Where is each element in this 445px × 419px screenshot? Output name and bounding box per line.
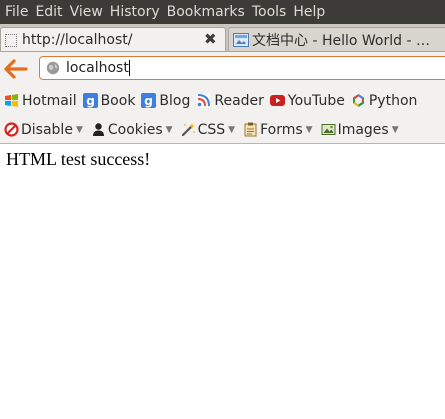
web-developer-toolbar: Disable ▼ Cookies ▼ CSS ▼ Forms ▼ Images… — [0, 116, 445, 144]
tab-title: 文档中心 - Hello World - … — [252, 33, 430, 49]
menu-bar: File Edit View History Bookmarks Tools H… — [0, 0, 445, 24]
bookmark-youtube[interactable]: YouTube — [269, 92, 345, 109]
reader-icon — [197, 94, 211, 107]
forms-icon — [244, 122, 257, 137]
disable-label: Disable — [21, 121, 73, 138]
bookmark-hotmail[interactable]: Hotmail — [4, 93, 77, 109]
tab-localhost[interactable]: http://localhost/ ✖ — [0, 27, 226, 51]
blank-page-icon — [5, 33, 17, 47]
windows-icon — [5, 94, 18, 107]
menu-edit[interactable]: Edit — [34, 0, 67, 24]
bookmark-python[interactable]: Python — [351, 92, 418, 109]
bookmark-book[interactable]: g Book — [82, 92, 136, 109]
page-body-text: HTML test success! — [6, 149, 151, 169]
google-icon: g — [82, 93, 98, 108]
svg-text:g: g — [145, 94, 154, 108]
globe-icon — [46, 61, 60, 75]
menu-file[interactable]: File — [4, 0, 33, 24]
chevron-down-icon: ▼ — [305, 124, 313, 135]
browser-window: File Edit View History Bookmarks Tools H… — [0, 0, 445, 419]
navigation-bar: localhost — [0, 52, 445, 85]
bookmark-label: Hotmail — [22, 92, 77, 109]
forms-label: Forms — [260, 121, 303, 138]
chevron-down-icon: ▼ — [391, 124, 399, 135]
images-icon — [321, 124, 336, 135]
text-caret — [128, 60, 130, 76]
chrome-logo-icon — [352, 94, 364, 107]
tab-hello-world[interactable]: 文档中心 - Hello World - … — [228, 27, 445, 51]
menu-view[interactable]: View — [69, 0, 108, 24]
svg-text:g: g — [86, 94, 95, 108]
cookie-person-icon — [92, 123, 104, 136]
disable-icon — [4, 122, 19, 137]
back-arrow-icon[interactable] — [4, 59, 28, 79]
tab-strip: http://localhost/ ✖ 文档中心 - Hello World -… — [0, 24, 445, 52]
google-icon: g — [141, 93, 157, 108]
close-tab-icon[interactable]: ✖ — [204, 30, 217, 48]
bookmark-label: Book — [100, 92, 136, 109]
menu-tools[interactable]: Tools — [251, 0, 292, 24]
css-wand-icon — [181, 123, 195, 137]
bookmark-label: Reader — [214, 92, 264, 109]
bookmark-label: YouTube — [287, 92, 345, 109]
youtube-icon — [269, 95, 285, 106]
images-menu[interactable]: Images ▼ — [321, 122, 399, 138]
bookmarks-toolbar: Hotmail g Book g Blog Reader YouTube Pyt… — [0, 85, 445, 116]
document-favicon-icon — [233, 33, 249, 47]
chevron-down-icon: ▼ — [165, 124, 173, 135]
bookmark-reader[interactable]: Reader — [196, 93, 264, 109]
cookies-menu[interactable]: Cookies ▼ — [91, 122, 173, 138]
page-content: HTML test success! — [0, 144, 445, 175]
url-bar[interactable]: localhost — [39, 56, 445, 80]
forms-menu[interactable]: Forms ▼ — [243, 121, 313, 138]
menu-history[interactable]: History — [109, 0, 165, 24]
chevron-down-icon: ▼ — [75, 124, 83, 135]
url-text[interactable]: localhost — [66, 60, 129, 76]
css-menu[interactable]: CSS ▼ — [181, 122, 235, 138]
chevron-down-icon: ▼ — [228, 124, 236, 135]
css-label: CSS — [197, 121, 226, 138]
menu-bookmarks[interactable]: Bookmarks — [166, 0, 250, 24]
cookies-label: Cookies — [107, 121, 163, 138]
menu-help[interactable]: Help — [292, 0, 330, 24]
bookmark-blog[interactable]: g Blog — [141, 93, 190, 109]
images-label: Images — [337, 121, 389, 138]
bookmark-label: Blog — [159, 92, 191, 109]
tab-title: http://localhost/ — [22, 32, 133, 48]
bookmark-label: Python — [368, 92, 418, 109]
disable-menu[interactable]: Disable ▼ — [4, 122, 83, 138]
